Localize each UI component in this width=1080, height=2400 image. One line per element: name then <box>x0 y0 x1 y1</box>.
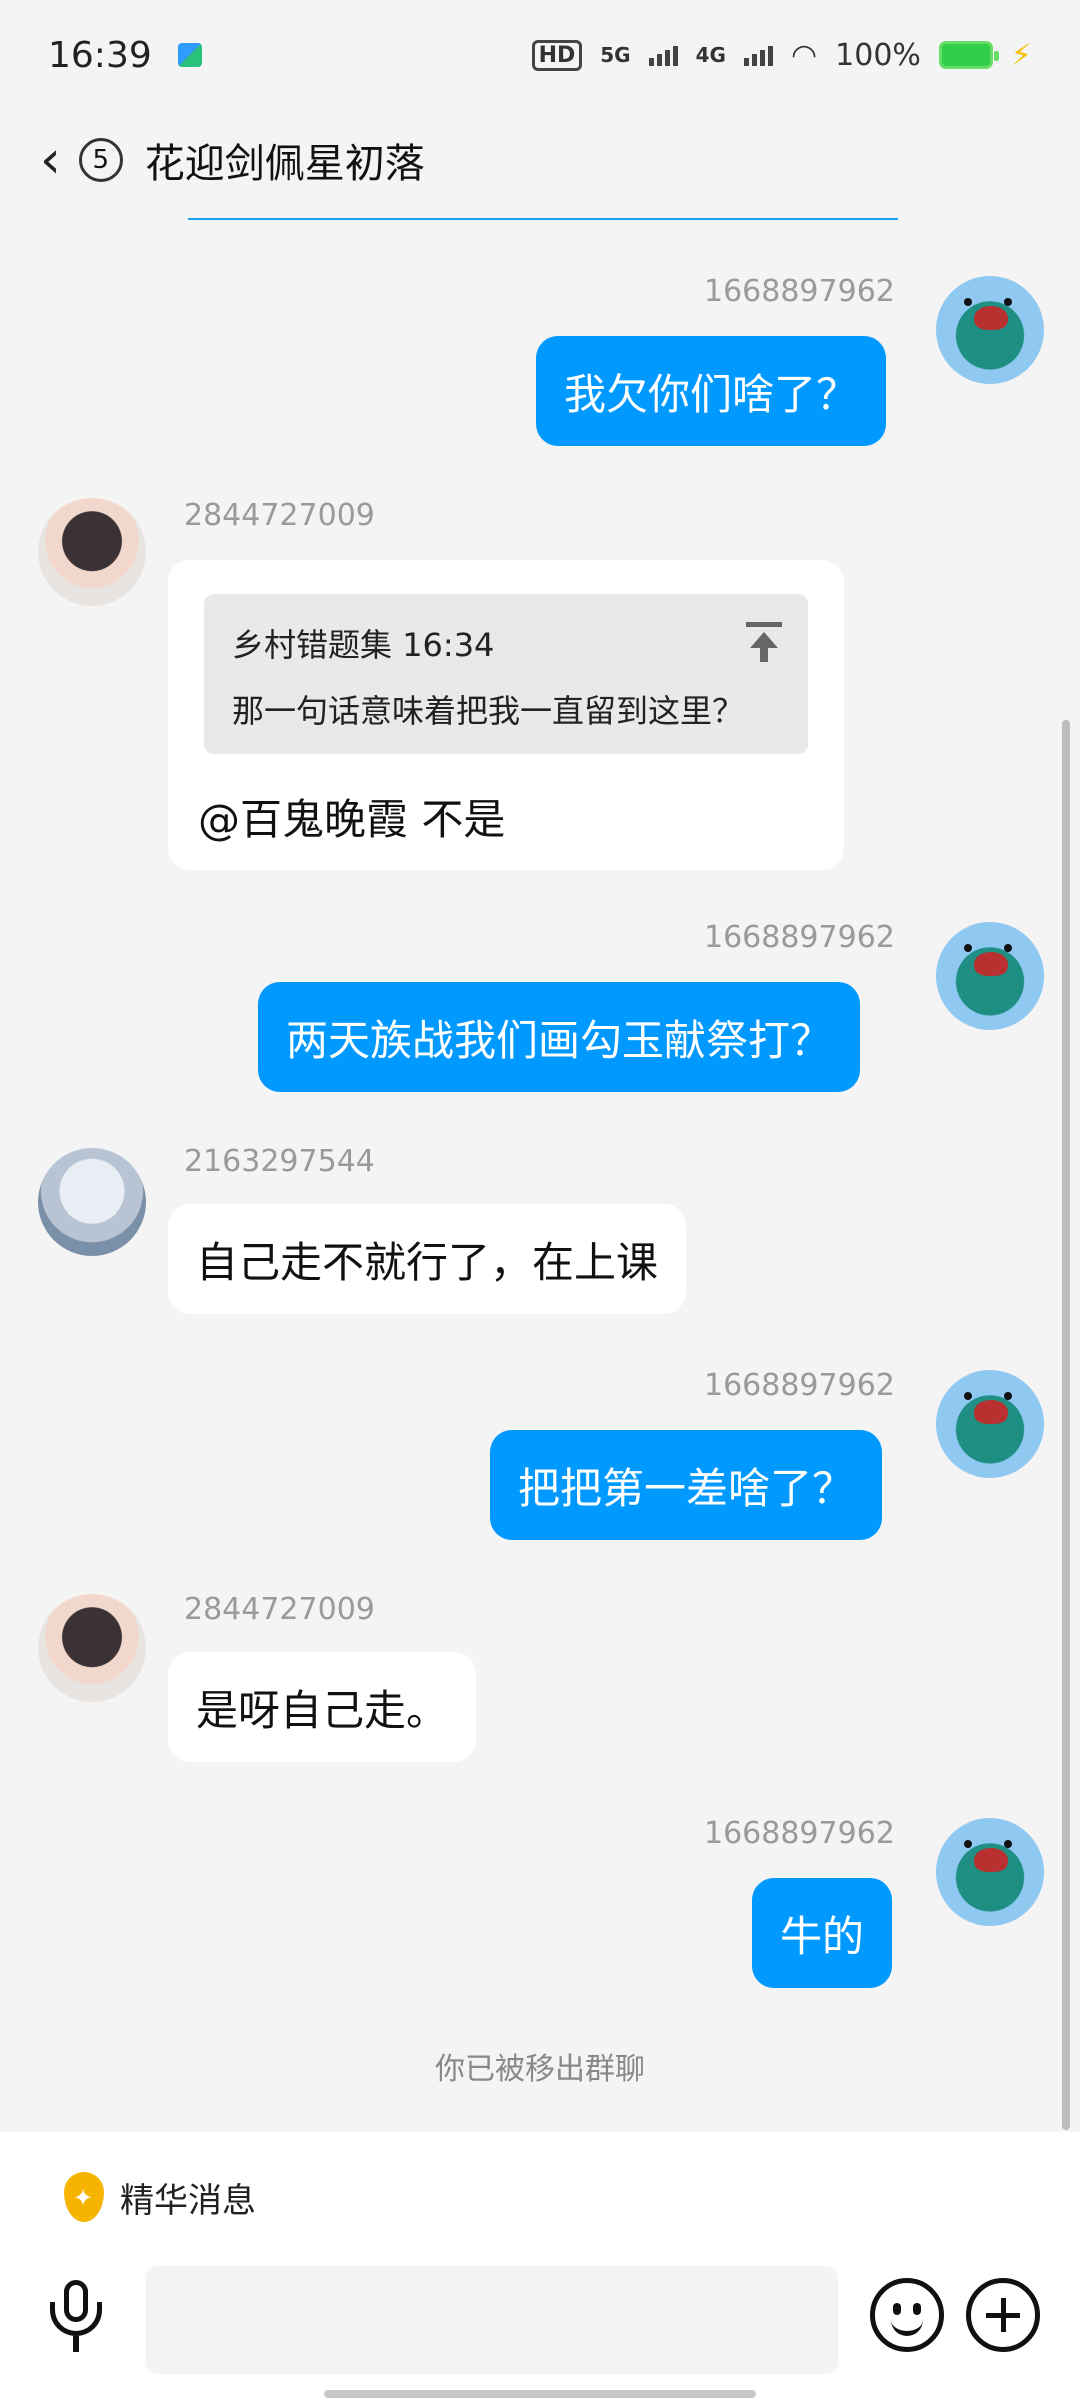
avatar[interactable] <box>936 276 1044 384</box>
chat-list[interactable]: 1668897962 我欠你们啥了？ 2844727009 乡村错题集 16:3… <box>0 220 1080 2130</box>
sender-id: 2844727009 <box>184 498 375 533</box>
essence-messages-button[interactable]: 精华消息 <box>64 2172 256 2222</box>
microphone-icon[interactable] <box>40 2280 112 2352</box>
battery-percent: 100% <box>835 37 921 73</box>
message-bubble[interactable]: 牛的 <box>752 1878 893 1988</box>
message-bubble[interactable]: 自己走不就行了，在上课 <box>168 1204 687 1314</box>
sender-id: 1668897962 <box>704 920 895 955</box>
message-bubble[interactable]: 我欠你们啥了？ <box>536 336 887 446</box>
message-bubble[interactable]: 把把第一差啥了？ <box>490 1430 883 1540</box>
group-title[interactable]: 花迎剑佩星初落 <box>145 131 425 189</box>
plus-icon[interactable] <box>966 2278 1040 2352</box>
sender-id: 2844727009 <box>184 1592 375 1627</box>
sender-id: 1668897962 <box>704 274 895 309</box>
status-bar: 16:39 HD 5G 4G ◠ 100% ⚡ <box>0 0 1080 110</box>
message-bubble[interactable]: 是呀自己走。 <box>168 1652 477 1762</box>
hd-icon: HD <box>531 39 583 71</box>
unread-count-badge[interactable]: 5 <box>78 138 123 182</box>
chevron-left-icon[interactable]: ‹ <box>40 134 61 186</box>
signal-4g-icon <box>743 44 773 66</box>
essence-drop-icon <box>64 2172 104 2222</box>
reply-message-bubble[interactable]: 乡村错题集 16:34 那一句话意味着把我一直留到这里？ @百鬼晚霞 不是 <box>168 560 844 870</box>
sender-id: 1668897962 <box>704 1368 895 1403</box>
avatar[interactable] <box>936 922 1044 1030</box>
avatar[interactable] <box>936 1370 1044 1478</box>
quote-time: 16:34 <box>402 626 495 664</box>
jump-to-original-icon[interactable] <box>746 622 782 662</box>
signal-5g-icon <box>648 44 678 66</box>
input-panel: 精华消息 <box>0 2132 1080 2400</box>
system-notice: 你已被移出群聊 <box>435 2052 645 2087</box>
avatar[interactable] <box>936 1818 1044 1926</box>
signal-5g-label: 5G <box>600 43 631 67</box>
status-indicators: HD 5G 4G ◠ 100% ⚡ <box>531 37 1032 73</box>
reply-text: @百鬼晚霞 不是 <box>198 795 506 844</box>
app-notification-icon <box>177 43 202 67</box>
message-input[interactable] <box>146 2266 838 2374</box>
message-bubble[interactable]: 两天族战我们画勾玉献祭打？ <box>258 982 861 1092</box>
quote-text: 那一句话意味着把我一直留到这里？ <box>232 692 745 730</box>
avatar[interactable] <box>38 1148 146 1256</box>
avatar[interactable] <box>38 498 146 606</box>
charging-bolt-icon: ⚡ <box>1010 37 1032 73</box>
signal-4g-label: 4G <box>695 43 726 67</box>
battery-icon <box>938 41 999 69</box>
sender-id: 1668897962 <box>704 1816 895 1851</box>
quote-author: 乡村错题集 <box>232 626 393 664</box>
sender-id: 2163297544 <box>184 1144 375 1179</box>
quoted-message[interactable]: 乡村错题集 16:34 那一句话意味着把我一直留到这里？ <box>204 594 808 754</box>
wifi-icon: ◠ <box>790 37 818 73</box>
status-time: 16:39 <box>48 34 152 76</box>
home-indicator[interactable] <box>324 2390 756 2398</box>
avatar[interactable] <box>38 1594 146 1702</box>
emoji-icon[interactable] <box>870 2278 944 2352</box>
quote-header: 乡村错题集 16:34 <box>232 620 494 666</box>
essence-label: 精华消息 <box>120 2180 256 2221</box>
chat-header: ‹ 5 花迎剑佩星初落 <box>0 110 1080 210</box>
chat-scrollbar[interactable] <box>1062 720 1070 2130</box>
